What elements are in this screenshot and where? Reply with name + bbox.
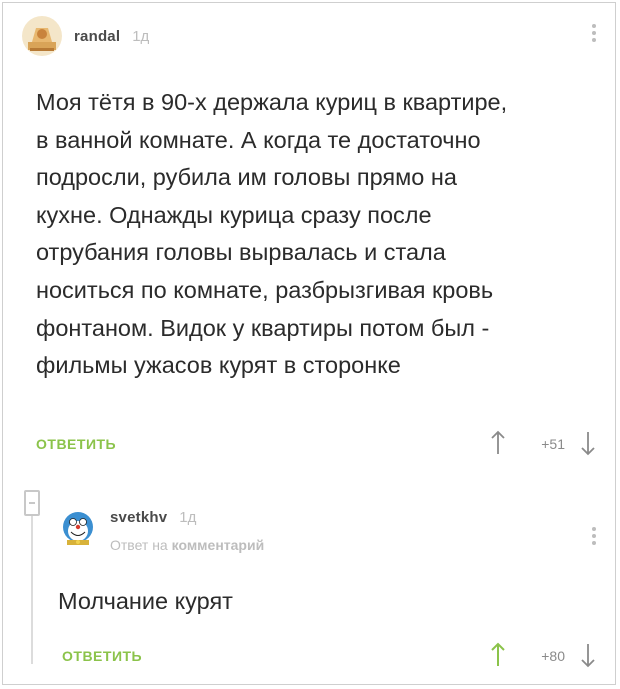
rating: +51 — [541, 436, 565, 452]
comment-line: фонтаном. Видок у квартиры потом был - — [36, 314, 490, 341]
avatar-svetkhv-icon — [58, 509, 98, 549]
comment-meta: svetkhv 1д Ответ на комментарий — [110, 509, 264, 553]
reply-to-prefix: Ответ на — [110, 537, 168, 553]
reply-to-link[interactable]: комментарий — [172, 537, 265, 553]
rating: +80 — [541, 648, 565, 664]
thread-line — [31, 494, 33, 664]
user-avatar[interactable] — [22, 16, 62, 56]
arrow-down-icon[interactable] — [580, 430, 596, 456]
reply-button[interactable]: ОТВЕТИТЬ — [36, 436, 116, 452]
more-icon[interactable] — [592, 24, 598, 45]
more-icon[interactable] — [592, 527, 598, 548]
timestamp: 1д — [132, 27, 150, 45]
comment-text: Моя тётя в 90-х держала куриц в квартире… — [36, 84, 606, 385]
reply-button[interactable]: ОТВЕТИТЬ — [62, 648, 142, 664]
comment-header: svetkhv 1д Ответ на комментарий — [58, 509, 264, 553]
comment-line: отрубания головы вырвалась и стала — [36, 239, 446, 266]
reply-to: Ответ на комментарий — [110, 537, 264, 553]
avatar-randal-icon — [22, 16, 62, 56]
comment-line: в ванной комнате. А когда те достаточно — [36, 126, 481, 153]
arrow-down-icon[interactable] — [580, 642, 596, 668]
comment-line: подросли, рубила им головы прямо на — [36, 164, 457, 191]
comment-header: randal 1д — [22, 16, 149, 56]
comment-line: кухне. Однажды курица сразу после — [36, 201, 432, 228]
comment-actions: ОТВЕТИТЬ +80 — [0, 640, 620, 670]
comment-text: Молчание курят — [58, 588, 233, 614]
user-avatar[interactable] — [58, 509, 98, 549]
username[interactable]: svetkhv — [110, 509, 167, 526]
collapse-icon[interactable] — [24, 490, 40, 516]
comment-actions: ОТВЕТИТЬ +51 — [0, 428, 620, 458]
arrow-up-icon[interactable] — [490, 642, 506, 668]
username[interactable]: randal — [74, 28, 120, 45]
comment-line: Моя тётя в 90-х держала куриц в квартире… — [36, 89, 508, 115]
arrow-up-icon[interactable] — [490, 430, 506, 456]
comment-line: фильмы ужасов курят в сторонке — [36, 352, 401, 379]
timestamp: 1д — [179, 509, 197, 526]
comment-line: носиться по комнате, разбрызгивая кровь — [36, 276, 494, 303]
